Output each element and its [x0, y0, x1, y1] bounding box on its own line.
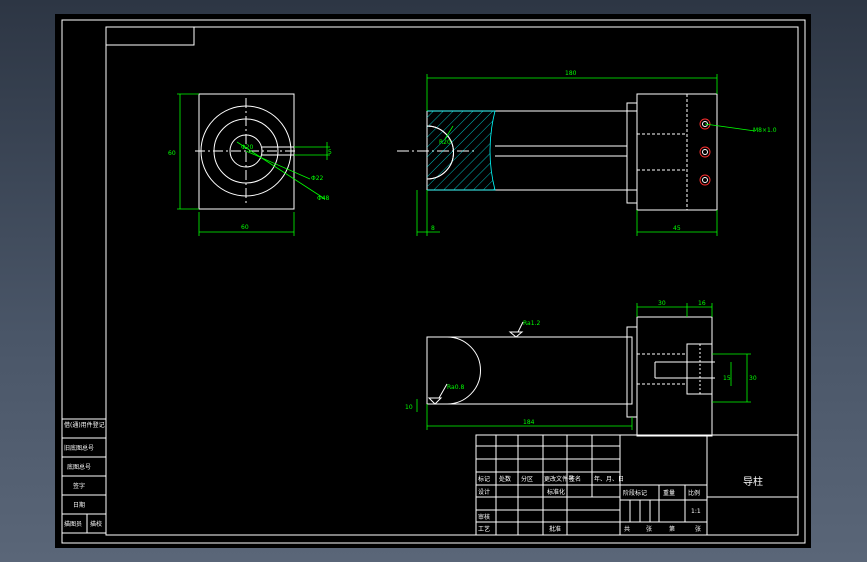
tb-cell: 年、月、日: [594, 475, 624, 483]
side-label: 旧底图总号: [64, 444, 94, 452]
dim-height-30: 30: [749, 375, 757, 382]
tb-cell: 签名: [569, 475, 581, 483]
title-block: 标记 处数 分区 更改文件号 签名 年、月、日 设计 标准化 审核 工艺 批准 …: [475, 434, 799, 536]
side-label: 签字: [73, 482, 85, 490]
sheet-inner-border: [105, 26, 799, 536]
dim-slot-width: 5: [328, 149, 332, 156]
front-view: 180 45 8 R20 M8×1.0: [397, 70, 777, 236]
tb-cell: 标准化: [547, 488, 565, 496]
tb-scale-value: 1:1: [691, 508, 701, 515]
dim-radius: R20: [439, 139, 451, 146]
dim-left-small: 10: [405, 404, 413, 411]
side-label: 描校: [90, 520, 102, 528]
tb-cell: 设计: [478, 488, 490, 496]
roughness-1: Ra1.2: [523, 320, 540, 327]
part-name: 导柱: [743, 475, 763, 488]
dim-thread: M8×1.0: [753, 127, 777, 134]
dim-top-height: 60: [168, 150, 176, 157]
tb-sheet-no: 第: [669, 525, 675, 533]
side-label: 描图员: [64, 520, 82, 528]
cad-drawing-viewport[interactable]: 借(通)用件登记 旧底图总号 底图总号 签字 日期 描图员 描校 60 60 Φ…: [55, 14, 811, 548]
dim-overall-length: 180: [565, 70, 577, 77]
side-label: 日期: [73, 501, 85, 509]
dim-outer-dia: Φ48: [317, 195, 330, 202]
dim-end-length: 45: [673, 225, 681, 232]
dim-hole-dia: Φ20: [241, 144, 254, 151]
dim-ring-dia: Φ22: [311, 175, 324, 182]
dim-lower-length: 184: [523, 419, 535, 426]
dim-left-offset: 8: [431, 225, 435, 232]
tb-cell: 标记: [478, 475, 490, 483]
lower-view: 30 16 30 15 184 10 Ra1.2 Ra0.8: [405, 300, 757, 437]
tb-cell: 批准: [549, 525, 561, 533]
tb-sheet-unit: 张: [646, 525, 652, 533]
dim-height-15: 15: [723, 375, 731, 382]
tb-total-sheets: 共: [624, 525, 630, 533]
tb-scale-label: 比例: [688, 489, 700, 497]
dim-top-width: 60: [241, 224, 249, 231]
drawing-canvas: 借(通)用件登记 旧底图总号 底图总号 签字 日期 描图员 描校 60 60 Φ…: [61, 19, 806, 544]
tb-sheet-unit2: 张: [695, 525, 701, 533]
top-left-code-box: [105, 26, 195, 46]
tb-cell: 审核: [478, 513, 490, 521]
dim-seg-16: 16: [698, 300, 706, 307]
side-strip: 借(通)用件登记 旧底图总号 底图总号 签字 日期 描图员 描校: [61, 418, 107, 534]
tb-cell: 工艺: [478, 525, 490, 533]
sheet-outer-border: [61, 19, 806, 544]
tb-cell: 处数: [499, 475, 511, 483]
tb-weight-label: 重量: [663, 489, 675, 497]
side-label: 底图总号: [67, 463, 91, 471]
tb-cell: 分区: [521, 475, 533, 483]
roughness-2: Ra0.8: [447, 384, 464, 391]
tb-stage-label: 阶段标记: [623, 489, 647, 497]
side-label: 借(通)用件登记: [64, 421, 105, 429]
top-view: 60 60 Φ20 Φ22 Φ48 5: [168, 93, 332, 236]
dim-seg-30: 30: [658, 300, 666, 307]
